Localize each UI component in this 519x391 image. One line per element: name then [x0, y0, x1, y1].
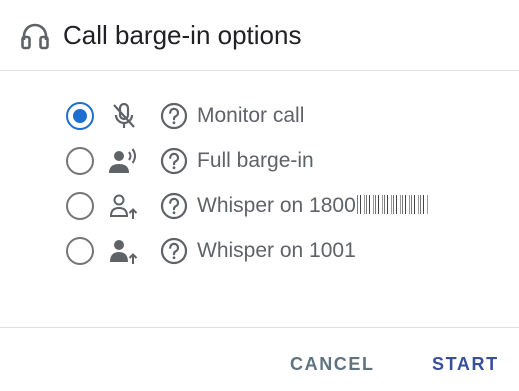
help-circle-icon[interactable] — [160, 147, 188, 175]
option-whisper-1800[interactable]: Whisper on 1800 — [0, 183, 519, 228]
dialog-header: Call barge-in options — [0, 0, 519, 71]
barge-in-options: Monitor call Full barge-in Whisper on 18… — [0, 93, 519, 273]
person-outline-arrow-up-icon — [109, 194, 138, 219]
option-label-wrapper: Whisper on 1800 — [197, 192, 429, 220]
option-label: Whisper on 1001 — [197, 239, 356, 262]
help-circle-icon[interactable] — [160, 102, 188, 130]
option-label: Full barge-in — [197, 149, 314, 172]
person-arrow-up-icon — [110, 240, 138, 264]
radio-full-barge-in[interactable] — [66, 147, 94, 175]
radio-whisper-1001[interactable] — [66, 237, 94, 265]
cancel-button[interactable]: CANCEL — [290, 352, 375, 376]
radio-whisper-1800[interactable] — [66, 192, 94, 220]
option-full-barge-in[interactable]: Full barge-in — [0, 138, 519, 183]
option-monitor-call[interactable]: Monitor call — [0, 93, 519, 138]
footer-divider — [0, 327, 519, 328]
help-circle-icon[interactable] — [160, 192, 188, 220]
option-label: Whisper on 1800 — [197, 194, 356, 217]
mic-off-icon — [113, 102, 135, 128]
radio-monitor-call[interactable] — [66, 102, 94, 130]
option-label: Monitor call — [197, 104, 305, 127]
barge-in-dialog: Call barge-in options Monitor call Full … — [0, 0, 519, 391]
redacted-text — [356, 195, 429, 214]
headset-icon — [21, 23, 49, 50]
person-speaking-icon — [109, 148, 136, 173]
option-whisper-1001[interactable]: Whisper on 1001 — [0, 228, 519, 273]
dialog-title: Call barge-in options — [63, 20, 302, 50]
start-button[interactable]: START — [432, 352, 499, 376]
help-circle-icon[interactable] — [160, 237, 188, 265]
